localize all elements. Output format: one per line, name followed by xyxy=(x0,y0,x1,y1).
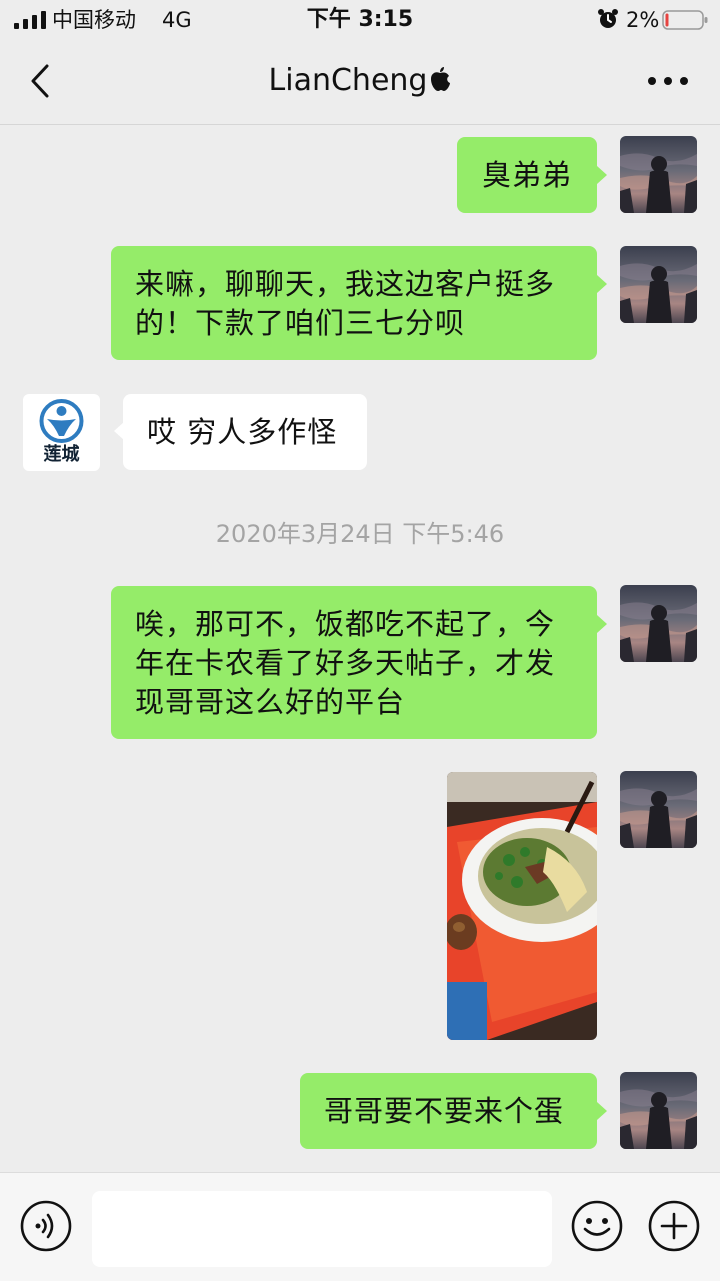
alarm-icon xyxy=(598,9,618,28)
bubble-tail xyxy=(597,615,607,633)
message-text-line: 现哥哥这么好的平台 xyxy=(135,685,406,719)
message-input[interactable] xyxy=(92,1191,552,1267)
message-bubble[interactable]: 唉，那可不，饭都吃不起了，今 年在卡农看了好多天帖子，才发 现哥哥这么好的平台 xyxy=(111,586,597,739)
my-avatar[interactable] xyxy=(620,1072,697,1149)
status-bar: 中国移动 4G 下午 3:15 2% xyxy=(0,0,720,40)
message-text-line: 来嘛，聊聊天，我这边客户挺多 xyxy=(135,267,556,301)
message-bubble[interactable]: 哥哥要不要来个蛋 xyxy=(300,1073,597,1149)
timestamp: 2020年3月24日 下午5:46 xyxy=(215,520,505,548)
emoji-icon[interactable] xyxy=(571,1200,623,1252)
my-avatar[interactable] xyxy=(620,136,697,213)
message-bubble[interactable]: 臭弟弟 xyxy=(457,137,597,213)
bubble-tail xyxy=(597,166,607,184)
voice-icon[interactable] xyxy=(20,1200,72,1252)
input-bar xyxy=(0,1172,720,1281)
contact-name: LianCheng xyxy=(268,63,428,98)
battery-icon xyxy=(662,10,708,30)
my-avatar[interactable] xyxy=(620,771,697,848)
chat-title: LianCheng xyxy=(0,62,720,100)
photo-message[interactable] xyxy=(447,772,597,1040)
bubble-tail xyxy=(597,275,607,293)
message-text: 哎 穷人多作怪 xyxy=(147,415,338,449)
message-text-line: 的！下款了咱们三七分呗 xyxy=(135,306,466,340)
message-text: 哥哥要不要来个蛋 xyxy=(324,1094,565,1128)
more-icon[interactable] xyxy=(646,74,690,88)
my-avatar[interactable] xyxy=(620,246,697,323)
bubble-tail xyxy=(597,1102,607,1120)
message-text: 臭弟弟 xyxy=(481,158,572,192)
message-bubble[interactable]: 来嘛，聊聊天，我这边客户挺多 的！下款了咱们三七分呗 xyxy=(111,246,597,360)
message-bubble[interactable]: 哎 穷人多作怪 xyxy=(123,394,367,470)
battery-percent: 2% xyxy=(626,8,660,32)
contact-avatar[interactable]: 莲城 xyxy=(23,394,100,471)
my-avatar[interactable] xyxy=(620,585,697,662)
avatar-label: 莲城 xyxy=(43,444,80,465)
message-text-line: 唉，那可不，饭都吃不起了，今 xyxy=(135,607,556,641)
apple-icon xyxy=(431,67,451,91)
message-text-line: 年在卡农看了好多天帖子，才发 xyxy=(135,646,556,680)
chat-header: LianCheng xyxy=(0,40,720,125)
plus-icon[interactable] xyxy=(648,1200,700,1252)
